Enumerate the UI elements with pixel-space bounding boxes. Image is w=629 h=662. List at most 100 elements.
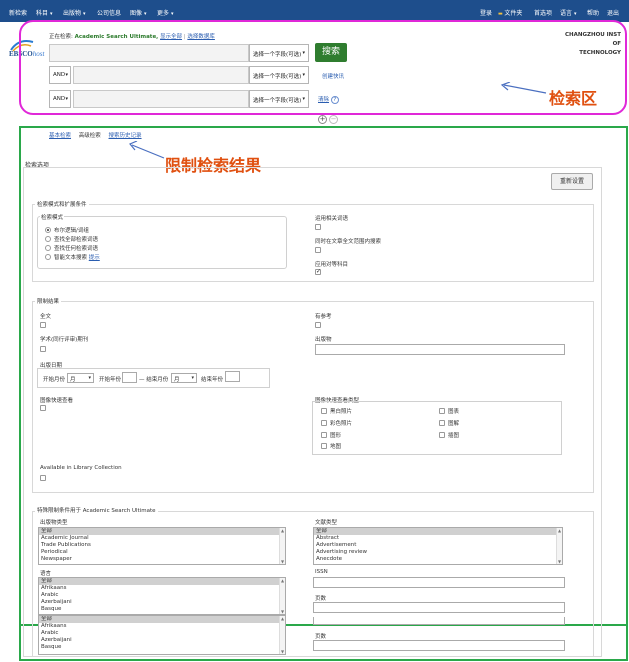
search-area-highlight-box bbox=[19, 20, 627, 115]
library-collection-label: Available in Library Collection bbox=[40, 465, 122, 471]
nav-right-item-5[interactable]: 退出 bbox=[607, 8, 619, 17]
publication-type-option[interactable]: 全部 bbox=[39, 528, 285, 535]
document-type-option[interactable]: 全部 bbox=[314, 528, 562, 535]
apply-related-words-label: 运用相关词语 bbox=[315, 216, 349, 222]
mode-radio-smarttext[interactable] bbox=[45, 254, 51, 260]
nav-right-item-1[interactable]: ▬ 文件夹 bbox=[498, 8, 522, 17]
apply-equivalent-subjects-label: 应用对等科目 bbox=[315, 262, 349, 268]
limit-results-legend: 限制结果 bbox=[35, 297, 62, 305]
document-type-option[interactable]: Abstract bbox=[314, 535, 562, 542]
search-fulltext-label: 同时在文章全文范围内搜索 bbox=[315, 239, 382, 245]
full-text-checkbox[interactable] bbox=[40, 322, 46, 328]
nav-item-1[interactable]: 科目 ▾ bbox=[36, 8, 53, 17]
start-month-value: 月 bbox=[70, 377, 76, 383]
language-option[interactable]: Afrikaans bbox=[39, 623, 285, 630]
search-modes-label: 检索模式 bbox=[40, 213, 65, 221]
chevron-down-icon: ▾ bbox=[88, 375, 91, 381]
language-option[interactable]: 全部 bbox=[39, 616, 285, 623]
mode-radio-any-terms[interactable] bbox=[45, 245, 51, 251]
nav-right-item-2[interactable]: 首选项 bbox=[534, 8, 552, 17]
apply-related-words-checkbox[interactable] bbox=[315, 224, 321, 230]
pages-input-duplicate[interactable] bbox=[313, 640, 565, 651]
document-type-option[interactable]: Advertising review bbox=[314, 549, 562, 556]
publication-input[interactable] bbox=[315, 344, 565, 355]
nav-right-label: 登录 bbox=[480, 10, 493, 17]
remove-row-icon[interactable]: − bbox=[329, 115, 338, 124]
publication-type-option[interactable]: Trade Publications bbox=[39, 542, 285, 549]
nav-item-3[interactable]: 公司信息 bbox=[97, 8, 121, 17]
publication-type-option[interactable]: Periodical bbox=[39, 549, 285, 556]
chevron-down-icon: ▾ bbox=[171, 11, 174, 17]
nav-item-label: 更多 bbox=[157, 10, 170, 17]
publication-type-option[interactable]: Academic Journal bbox=[39, 535, 285, 542]
language-option[interactable]: Azerbaijani bbox=[39, 637, 285, 644]
image-type-checkbox-illustration[interactable] bbox=[439, 432, 445, 438]
chevron-down-icon: ▾ bbox=[50, 11, 53, 17]
search-fulltext-checkbox[interactable] bbox=[315, 247, 321, 253]
references-checkbox[interactable] bbox=[315, 322, 321, 328]
end-month-select[interactable]: 月 ▾ bbox=[171, 373, 197, 383]
language-listbox[interactable]: 全部 Afrikaans Arabic Azerbaijani Basque bbox=[38, 577, 286, 615]
add-row-icon[interactable]: + bbox=[318, 115, 327, 124]
hint-link[interactable]: 提示 bbox=[89, 255, 100, 261]
end-month-value: 月 bbox=[174, 377, 180, 383]
pages-input-extra[interactable] bbox=[313, 617, 565, 625]
image-type-label-color-photo: 彩色照片 bbox=[330, 421, 353, 427]
nav-item-5[interactable]: 更多 ▾ bbox=[157, 8, 174, 17]
pages-label: 页数 bbox=[315, 596, 327, 602]
chevron-down-icon: ▾ bbox=[574, 11, 577, 17]
search-area-arrow bbox=[498, 81, 548, 96]
end-year-input[interactable] bbox=[225, 371, 240, 382]
nav-right-item-0[interactable]: 登录 bbox=[480, 8, 492, 17]
reset-button[interactable]: 重新设置 bbox=[551, 173, 593, 190]
nav-right-item-3[interactable]: 语言 ▾ bbox=[560, 8, 577, 17]
apply-equivalent-subjects-checkbox[interactable] bbox=[315, 268, 321, 275]
document-type-option[interactable]: Anecdote bbox=[314, 556, 562, 563]
language-option[interactable]: Afrikaans bbox=[39, 585, 285, 592]
document-type-option[interactable]: Advertisement bbox=[314, 542, 562, 549]
nav-item-label: 科目 bbox=[36, 10, 49, 17]
issn-input[interactable] bbox=[313, 577, 565, 588]
image-type-checkbox-map[interactable] bbox=[321, 443, 327, 449]
top-navigation-bar: 新检索 科目 ▾ 出版物 ▾ 公司信息 图像 ▾ 更多 ▾ 登录 ▬ 文件夹 首选项 语言 ▾ 帮助 退出 bbox=[0, 0, 629, 22]
scrollbar[interactable] bbox=[279, 616, 285, 654]
image-type-checkbox-bw-photo[interactable] bbox=[321, 408, 327, 414]
pages-input[interactable] bbox=[313, 602, 565, 613]
scrollbar[interactable] bbox=[556, 528, 562, 564]
image-type-checkbox-graph[interactable] bbox=[321, 432, 327, 438]
nav-right-label: 退出 bbox=[607, 10, 620, 17]
language-option[interactable]: Azerbaijani bbox=[39, 599, 285, 606]
image-type-checkbox-chart[interactable] bbox=[439, 408, 445, 414]
document-type-listbox[interactable]: 全部 Abstract Advertisement Advertising re… bbox=[313, 527, 563, 565]
nav-right-label: 首选项 bbox=[534, 10, 553, 17]
start-month-select[interactable]: 月 ▾ bbox=[67, 373, 94, 383]
nav-right-label: 语言 bbox=[560, 10, 573, 17]
mode-label-any-terms: 查找任何检索词语 bbox=[54, 246, 99, 252]
language-option[interactable]: 全部 bbox=[39, 578, 285, 585]
scrollbar[interactable] bbox=[279, 528, 285, 564]
publication-type-listbox[interactable]: 全部 Academic Journal Trade Publications P… bbox=[38, 527, 286, 565]
scholarly-journals-label: 学术(同行评审)期刊 bbox=[40, 337, 89, 343]
mode-radio-all-terms[interactable] bbox=[45, 236, 51, 242]
start-year-input[interactable] bbox=[122, 372, 137, 383]
scrollbar[interactable] bbox=[279, 578, 285, 614]
document-type-label: 文献类型 bbox=[315, 520, 338, 526]
image-type-checkbox-color-photo[interactable] bbox=[321, 420, 327, 426]
nav-item-0[interactable]: 新检索 bbox=[9, 8, 27, 17]
language-option[interactable]: Basque bbox=[39, 644, 285, 651]
scholarly-journals-checkbox[interactable] bbox=[40, 346, 46, 352]
language-option[interactable]: Arabic bbox=[39, 592, 285, 599]
language-listbox-duplicate[interactable]: 全部 Afrikaans Arabic Azerbaijani Basque bbox=[38, 615, 286, 655]
mode-radio-boolean[interactable] bbox=[45, 227, 51, 233]
full-text-label: 全文 bbox=[40, 314, 52, 320]
publication-type-option[interactable]: Newspaper bbox=[39, 556, 285, 563]
library-collection-checkbox[interactable] bbox=[40, 475, 46, 481]
nav-right-item-4[interactable]: 帮助 bbox=[587, 8, 599, 17]
language-option[interactable]: Basque bbox=[39, 606, 285, 613]
image-quick-view-checkbox[interactable] bbox=[40, 405, 46, 411]
nav-item-2[interactable]: 出版物 ▾ bbox=[63, 8, 86, 17]
image-type-checkbox-diagram[interactable] bbox=[439, 420, 445, 426]
language-option[interactable]: Arabic bbox=[39, 630, 285, 637]
pages-label-duplicate: 页数 bbox=[315, 634, 327, 640]
nav-item-4[interactable]: 图像 ▾ bbox=[130, 8, 147, 17]
